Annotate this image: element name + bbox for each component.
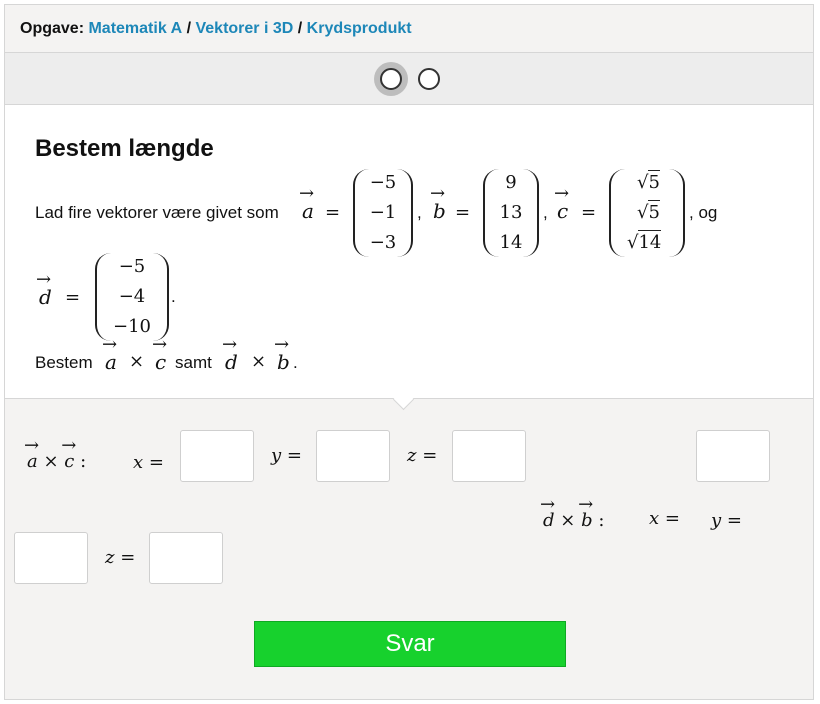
row1-y-input[interactable]	[316, 430, 390, 482]
row2-x-input[interactable]	[696, 430, 770, 482]
pager	[5, 53, 813, 105]
vector-a-entry: −5	[369, 172, 397, 193]
vector-b-matrix: 9 13 14	[483, 169, 539, 257]
row1-x-label: x =	[133, 452, 164, 473]
vector-c-entry: √14	[627, 230, 662, 253]
vector-d-symbol: → d	[222, 334, 238, 374]
period: .	[171, 287, 176, 306]
breadcrumb-separator: /	[297, 20, 303, 37]
pager-dot-current[interactable]	[374, 62, 408, 96]
equals-sign: =	[581, 202, 597, 223]
vector-d-entry: −4	[118, 286, 146, 307]
task-mid: samt	[175, 353, 212, 372]
problem-card: Bestem længde Lad fire vektorer være giv…	[5, 105, 813, 399]
vector-c-symbol: → c	[554, 183, 570, 223]
vector-d-symbol: → d	[36, 269, 52, 309]
vector-b-entry: 13	[499, 202, 523, 223]
breadcrumb-link-exercise[interactable]: Krydsprodukt	[307, 20, 412, 37]
breadcrumb-separator: /	[186, 20, 192, 37]
problem-intro: Lad fire vektorer være givet som	[35, 203, 279, 222]
vector-b-symbol: → b	[274, 334, 290, 374]
cross-sign: ×	[251, 351, 267, 372]
vector-a-symbol: → a	[299, 183, 315, 223]
exercise-frame: Opgave: Matematik A / Vektorer i 3D / Kr…	[4, 4, 814, 700]
equals-sign: =	[65, 287, 81, 308]
breadcrumb-prefix: Opgave:	[20, 20, 85, 37]
vector-b-entry: 14	[499, 232, 523, 253]
row1-y-label: y =	[271, 445, 302, 466]
task-prefix: Bestem	[35, 353, 93, 372]
submit-button[interactable]: Svar	[254, 621, 566, 667]
vector-d-entry: −5	[118, 256, 146, 277]
vector-d-matrix: −5 −4 −10	[95, 253, 169, 341]
conjunction-og: , og	[689, 203, 718, 222]
vector-c-matrix: √5 √5 √14	[609, 169, 685, 257]
vector-c-entry: √5	[637, 200, 660, 223]
vector-b-symbol: → b	[430, 183, 446, 223]
vector-a-entry: −1	[369, 202, 397, 223]
vector-a-matrix: −5 −1 −3	[353, 169, 413, 257]
vector-c-entry: √5	[637, 170, 660, 193]
breadcrumb-link-topic[interactable]: Vektorer i 3D	[195, 20, 293, 37]
row2-label: → d × → b :	[540, 494, 605, 531]
row1-label: → a × → c :	[24, 435, 87, 472]
problem-title: Bestem længde	[35, 135, 214, 162]
row2-x-label: x =	[649, 508, 680, 529]
row1-x-input[interactable]	[180, 430, 254, 482]
row2-y-input[interactable]	[14, 532, 88, 584]
period: .	[293, 353, 298, 372]
comma: ,	[543, 203, 548, 222]
equals-sign: =	[325, 202, 341, 223]
breadcrumb-link-subject[interactable]: Matematik A	[88, 20, 182, 37]
row1-z-input[interactable]	[452, 430, 526, 482]
equals-sign: =	[455, 202, 471, 223]
vector-a-entry: −3	[369, 232, 397, 253]
row2-z-input[interactable]	[149, 532, 223, 584]
comma: ,	[417, 203, 422, 222]
vector-a-symbol: → a	[102, 334, 118, 374]
vector-c-symbol: → c	[152, 334, 168, 374]
row2-y-label: y =	[711, 510, 742, 531]
pager-dot[interactable]	[418, 68, 440, 90]
cross-sign: ×	[129, 351, 145, 372]
row1-z-label: z =	[407, 445, 438, 466]
vector-b-entry: 9	[505, 172, 517, 193]
breadcrumb: Opgave: Matematik A / Vektorer i 3D / Kr…	[5, 5, 813, 53]
row2-z-label: z =	[105, 547, 136, 568]
